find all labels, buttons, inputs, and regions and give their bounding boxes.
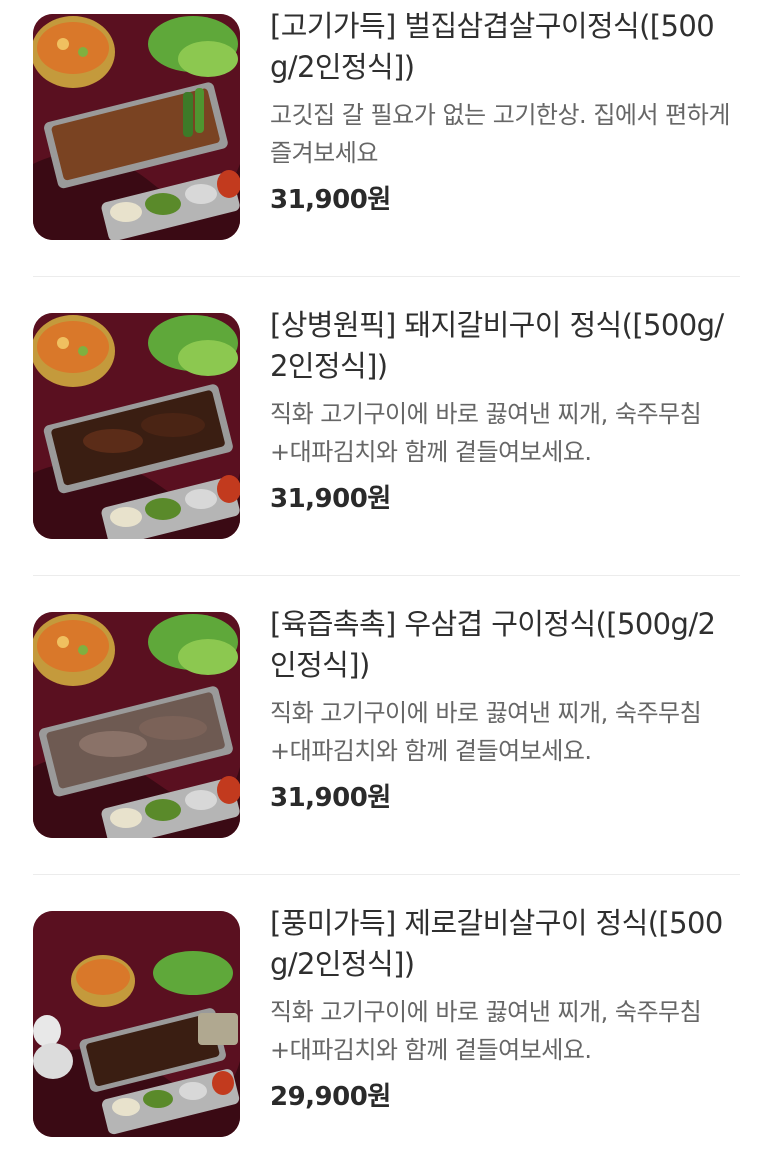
- menu-item-info: [상병원픽] 돼지갈비구이 정식([500g/2인정식]) 직화 고기구이에 바…: [270, 305, 730, 517]
- menu-list: [고기가득] 벌집삼겹살구이정식([500g/2인정식]) 고깃집 갈 필요가 …: [0, 0, 773, 1154]
- menu-item-description: 고깃집 갈 필요가 없는 고기한상. 집에서 편하게 즐겨보세요: [270, 101, 730, 167]
- menu-item[interactable]: [상병원픽] 돼지갈비구이 정식([500g/2인정식]) 직화 고기구이에 바…: [0, 277, 773, 576]
- menu-item-info: [풍미가득] 제로갈비살구이 정식([500g/2인정식]) 직화 고기구이에 …: [270, 903, 730, 1115]
- food-photo-icon: [33, 14, 240, 240]
- menu-item-title[interactable]: [풍미가득] 제로갈비살구이 정식([500g/2인정식]): [270, 903, 730, 985]
- menu-item-title[interactable]: [육즙촉촉] 우삼겹 구이정식([500g/2인정식]): [270, 604, 730, 686]
- menu-item-image[interactable]: [33, 911, 240, 1137]
- menu-item[interactable]: [고기가득] 벌집삼겹살구이정식([500g/2인정식]) 고깃집 갈 필요가 …: [0, 0, 773, 277]
- menu-item-title[interactable]: [고기가득] 벌집삼겹살구이정식([500g/2인정식]): [270, 6, 730, 88]
- menu-item-description: 직화 고기구이에 바로 끓여낸 찌개, 숙주무침+대파김치와 함께 곁들여보세요…: [270, 699, 702, 765]
- menu-item-price: 31,900원: [270, 185, 391, 215]
- menu-item-price: 29,900원: [270, 1082, 391, 1112]
- menu-item-price: 31,900원: [270, 783, 391, 813]
- food-photo-icon: [33, 911, 240, 1137]
- menu-item-description: 직화 고기구이에 바로 끓여낸 찌개, 숙주무침+대파김치와 함께 곁들여보세요…: [270, 998, 702, 1064]
- menu-item-image[interactable]: [33, 313, 240, 539]
- menu-item[interactable]: [육즙촉촉] 우삼겹 구이정식([500g/2인정식]) 직화 고기구이에 바로…: [0, 576, 773, 875]
- menu-item-description: 직화 고기구이에 바로 끓여낸 찌개, 숙주무침+대파김치와 함께 곁들여보세요…: [270, 400, 702, 466]
- menu-item-info: [고기가득] 벌집삼겹살구이정식([500g/2인정식]) 고깃집 갈 필요가 …: [270, 6, 730, 218]
- food-photo-icon: [33, 313, 240, 539]
- menu-item-title[interactable]: [상병원픽] 돼지갈비구이 정식([500g/2인정식]): [270, 305, 730, 387]
- menu-item-image[interactable]: [33, 14, 240, 240]
- food-photo-icon: [33, 612, 240, 838]
- menu-item[interactable]: [풍미가득] 제로갈비살구이 정식([500g/2인정식]) 직화 고기구이에 …: [0, 875, 773, 1154]
- menu-item-image[interactable]: [33, 612, 240, 838]
- menu-item-price: 31,900원: [270, 484, 391, 514]
- menu-item-info: [육즙촉촉] 우삼겹 구이정식([500g/2인정식]) 직화 고기구이에 바로…: [270, 604, 730, 816]
